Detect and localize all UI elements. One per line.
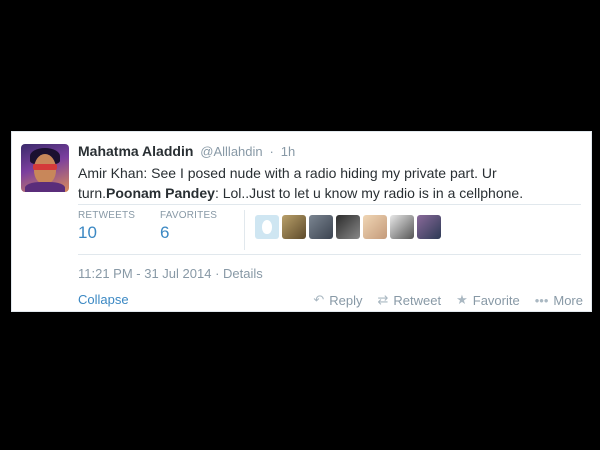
tweet-text-bold: Poonam Pandey	[106, 185, 215, 201]
retweets-count[interactable]: 10	[78, 223, 135, 243]
retweet-label: Retweet	[393, 292, 442, 308]
author-name[interactable]: Mahatma Aladdin	[78, 143, 193, 159]
collapse-link[interactable]: Collapse	[78, 292, 129, 307]
favorites-count[interactable]: 6	[160, 223, 217, 243]
reply-label: Reply	[329, 292, 363, 308]
details-link[interactable]: Details	[223, 266, 263, 281]
retweet-button[interactable]: ⇄ Retweet	[377, 292, 441, 308]
retweets-label: RETWEETS	[78, 210, 136, 221]
star-icon: ★	[456, 292, 468, 307]
tweet-text-part2: : Lol..Just to let u know my radio is in…	[214, 185, 524, 201]
favoriter-avatars	[255, 215, 441, 239]
user-avatar[interactable]	[309, 215, 333, 239]
retweets-stat[interactable]: RETWEETS 10	[78, 210, 135, 243]
more-button[interactable]: ••• More	[535, 292, 583, 308]
tweet-age[interactable]: 1h	[281, 144, 295, 159]
stats-separator	[244, 210, 245, 250]
reply-button[interactable]: ↶ Reply	[313, 292, 362, 308]
user-avatar[interactable]	[282, 215, 306, 239]
avatar-vest	[25, 182, 65, 192]
favorite-button[interactable]: ★ Favorite	[456, 292, 520, 308]
header-separator: ·	[269, 144, 274, 159]
more-label: More	[553, 292, 583, 308]
author-avatar[interactable]	[21, 144, 69, 192]
more-icon: •••	[534, 292, 549, 308]
stats-bottom-divider	[78, 254, 581, 255]
egg-avatar[interactable]	[255, 215, 279, 239]
retweet-icon: ⇄	[377, 292, 389, 307]
avatar-glasses	[33, 164, 57, 170]
reply-icon: ↶	[313, 292, 325, 307]
tweet-header: Mahatma Aladdin @Alllahdin · 1h	[78, 143, 295, 159]
user-avatar[interactable]	[363, 215, 387, 239]
timestamp-separator: ·	[215, 266, 224, 281]
favorite-label: Favorite	[472, 292, 520, 308]
timestamp-text[interactable]: 11:21 PM - 31 Jul 2014	[78, 266, 211, 281]
author-handle[interactable]: @Alllahdin	[200, 144, 262, 159]
user-avatar[interactable]	[417, 215, 441, 239]
stats-top-divider	[78, 204, 581, 205]
tweet-text: Amir Khan: See I posed nude with a radio…	[78, 163, 578, 203]
favorites-stat[interactable]: FAVORITES 6	[160, 210, 217, 243]
user-avatar[interactable]	[336, 215, 360, 239]
tweet-actions: ↶ Reply ⇄ Retweet ★ Favorite ••• More	[313, 292, 583, 308]
tweet-timestamp: 11:21 PM - 31 Jul 2014 · Details	[78, 266, 263, 281]
user-avatar[interactable]	[390, 215, 414, 239]
tweet-card: Mahatma Aladdin @Alllahdin · 1h Amir Kha…	[11, 131, 592, 312]
favorites-label: FAVORITES	[160, 210, 218, 221]
